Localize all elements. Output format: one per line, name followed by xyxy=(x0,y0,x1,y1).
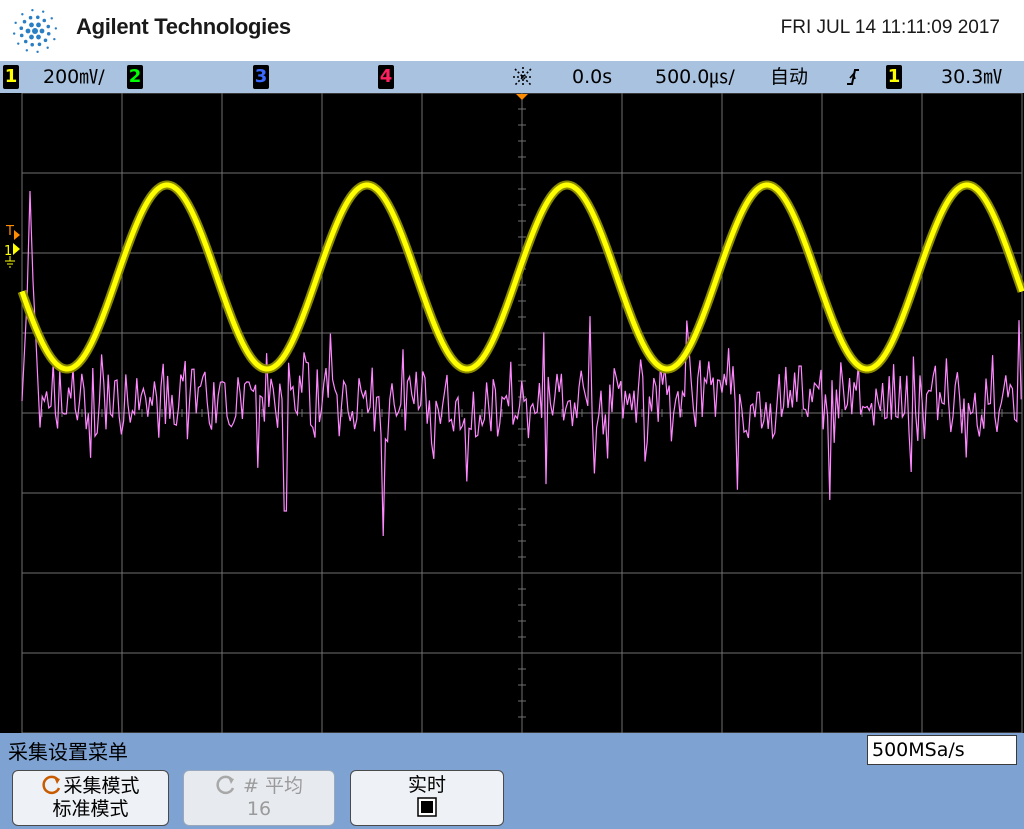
status-bar: 1 200㎷/ 2 3 4 0.0s 500.0㎲/ 自动 1 30.3㎷ xyxy=(0,61,1024,93)
channel-1-ground-arrow xyxy=(13,243,20,255)
rotate-knob-icon xyxy=(216,775,235,795)
averages-value: 16 xyxy=(246,798,272,820)
header: Agilent Technologies FRI JUL 14 11:11:09… xyxy=(0,0,1024,61)
trigger-position-marker xyxy=(516,94,528,100)
run-status-icon xyxy=(513,67,533,87)
softkey-panel: 采集设置菜单 500MSa/s 采集模式 标准模式 # 平均 16 实时 xyxy=(0,733,1024,829)
channel-3-button[interactable]: 3 xyxy=(253,65,269,89)
realtime-softkey[interactable]: 实时 xyxy=(350,770,504,826)
rotate-knob-icon xyxy=(42,775,61,795)
trigger-level-arrow xyxy=(14,230,20,240)
agilent-spark-icon xyxy=(12,8,58,54)
date-time: FRI JUL 14 11:11:09 2017 xyxy=(780,17,1000,38)
sample-rate-display: 500MSa/s xyxy=(867,735,1017,765)
waveform-display[interactable]: T 1 xyxy=(0,93,1024,733)
channel-1-ground-marker: 1 xyxy=(4,244,12,259)
channel-4-button[interactable]: 4 xyxy=(378,65,394,89)
channel-1-scale: 200㎷/ xyxy=(43,66,105,88)
trigger-source-badge: 1 xyxy=(886,65,902,89)
realtime-checkbox[interactable] xyxy=(417,797,437,817)
menu-title: 采集设置菜单 xyxy=(8,740,128,764)
timebase-value: 500.0㎲/ xyxy=(655,66,735,88)
acquisition-mode-softkey[interactable]: 采集模式 标准模式 xyxy=(12,770,169,826)
channel-1-button[interactable]: 1 xyxy=(3,65,19,89)
channel-2-button[interactable]: 2 xyxy=(127,65,143,89)
brand-name: Agilent Technologies xyxy=(76,14,291,39)
acquisition-mode-label: 采集模式 xyxy=(63,775,140,797)
delay-value: 0.0s xyxy=(572,66,613,88)
trigger-mode: 自动 xyxy=(770,66,809,88)
trigger-level-marker: T xyxy=(5,224,14,239)
realtime-label: 实时 xyxy=(407,774,446,796)
averages-softkey[interactable]: # 平均 16 xyxy=(183,770,335,826)
averages-label: # 平均 xyxy=(243,775,303,797)
trigger-level: 30.3㎷ xyxy=(941,66,1003,88)
acquisition-mode-value: 标准模式 xyxy=(52,798,129,820)
rising-edge-icon xyxy=(847,69,859,85)
